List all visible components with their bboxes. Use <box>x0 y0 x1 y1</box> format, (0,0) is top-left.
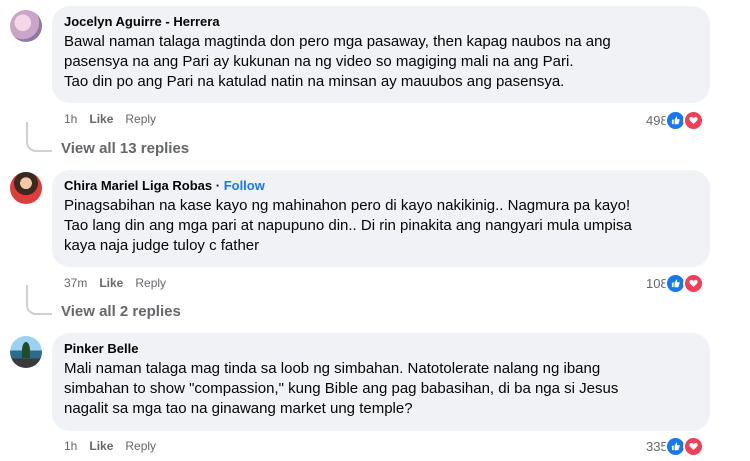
reply-button[interactable]: Reply <box>135 276 166 290</box>
comment-author[interactable]: Chira Mariel Liga Robas <box>64 178 212 193</box>
reply-thread-line <box>26 285 52 315</box>
like-button[interactable]: Like <box>89 439 113 453</box>
comment-bubble: Chira Mariel Liga Robas · Follow Pinagsa… <box>52 170 710 267</box>
reply-button[interactable]: Reply <box>125 439 156 453</box>
separator-dot: · <box>215 178 221 193</box>
view-replies-link[interactable]: View all 13 replies <box>61 140 189 157</box>
like-button[interactable]: Like <box>99 276 123 290</box>
comment-actions: 1h Like Reply <box>64 112 156 126</box>
comment-actions: 37m Like Reply <box>64 276 166 290</box>
reaction-summary[interactable]: 498 <box>646 110 704 131</box>
reaction-summary[interactable]: 108 <box>646 273 704 294</box>
comment-author[interactable]: Jocelyn Aguirre - Herrera <box>64 13 698 30</box>
comment-text: Mali naman talaga mag tinda sa loob ng s… <box>64 360 619 417</box>
avatar[interactable] <box>10 336 42 368</box>
follow-button[interactable]: Follow <box>224 178 265 193</box>
comment-bubble: Jocelyn Aguirre - Herrera Bawal naman ta… <box>52 6 710 103</box>
like-button[interactable]: Like <box>89 112 113 126</box>
heart-icon <box>682 110 704 131</box>
avatar[interactable] <box>10 10 42 42</box>
comment-text: Bawal naman talaga magtinda don pero mga… <box>64 33 611 90</box>
comment-author-line: Chira Mariel Liga Robas · Follow <box>64 177 698 194</box>
comment-time[interactable]: 1h <box>64 112 77 126</box>
reply-button[interactable]: Reply <box>125 112 156 126</box>
heart-icon <box>682 436 704 457</box>
view-replies-link[interactable]: View all 2 replies <box>61 303 181 320</box>
comment-time[interactable]: 1h <box>64 439 77 453</box>
comment-bubble: Pinker Belle Mali naman talaga mag tinda… <box>52 333 710 431</box>
avatar[interactable] <box>10 172 42 204</box>
reaction-summary[interactable]: 335 <box>646 436 704 457</box>
heart-icon <box>682 273 704 294</box>
comment-text: Pinagsabihan na kase kayo ng mahinahon p… <box>64 197 632 254</box>
comment-actions: 1h Like Reply <box>64 439 156 453</box>
reply-thread-line <box>26 122 52 152</box>
comment-author[interactable]: Pinker Belle <box>64 340 698 357</box>
comment-time[interactable]: 37m <box>64 276 87 290</box>
